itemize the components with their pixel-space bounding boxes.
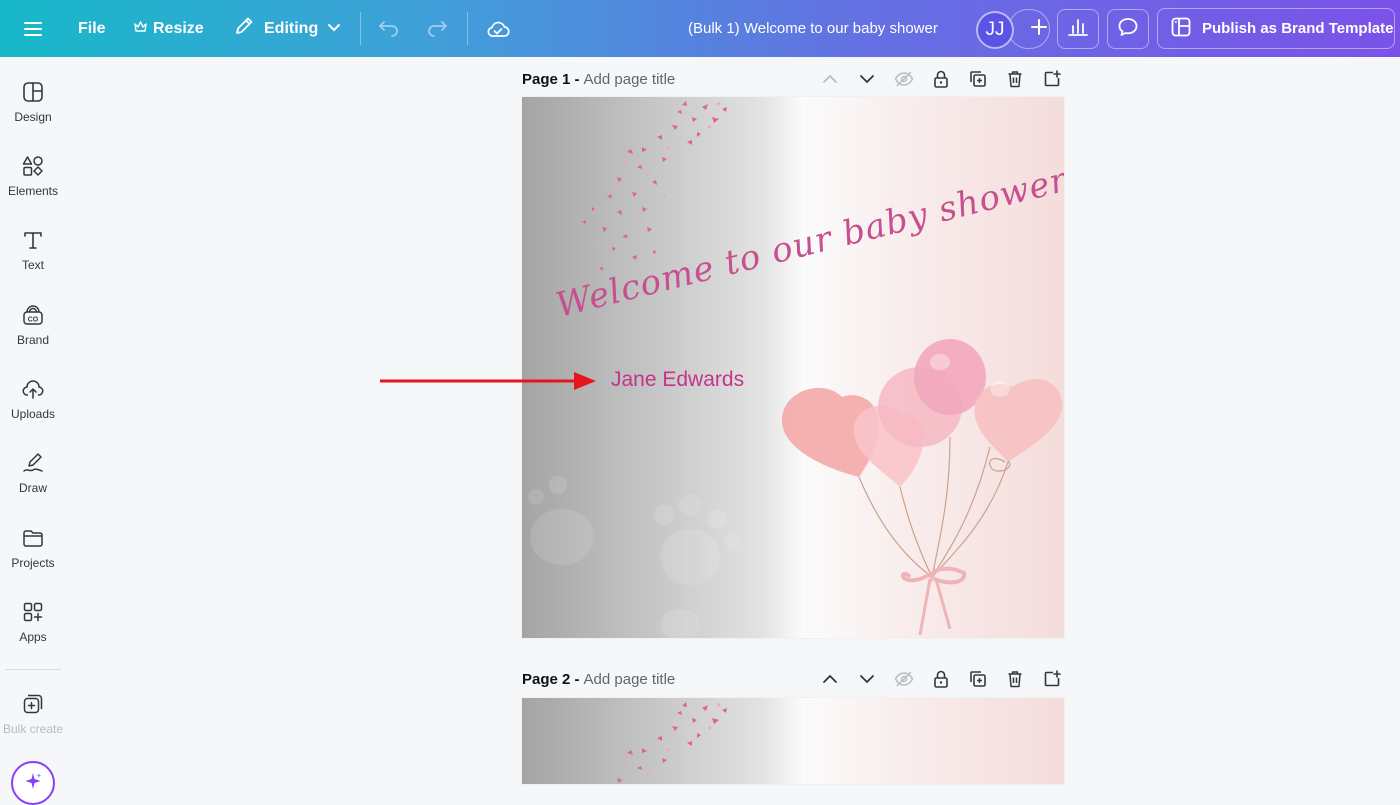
design-icon bbox=[21, 80, 45, 104]
text-icon bbox=[21, 228, 45, 252]
page-header: Page 1 - Add page title bbox=[522, 65, 1064, 93]
sidebar-item-design[interactable]: Design bbox=[0, 57, 66, 127]
red-arrow-annotation bbox=[380, 372, 596, 390]
elements-icon bbox=[21, 154, 45, 178]
toolbar-divider bbox=[467, 12, 468, 45]
chevron-down-icon bbox=[327, 20, 341, 38]
editing-mode-dropdown[interactable]: Editing bbox=[233, 0, 341, 57]
paw-prints-graphic bbox=[528, 476, 740, 638]
pencil-icon bbox=[233, 15, 255, 42]
sidebar-item-label: Elements bbox=[7, 184, 59, 198]
plus-icon bbox=[1031, 18, 1047, 40]
hide-page-icon[interactable] bbox=[892, 667, 916, 691]
magic-sparkle-button[interactable] bbox=[11, 761, 55, 805]
chevron-down-icon[interactable] bbox=[855, 667, 879, 691]
file-label: File bbox=[78, 19, 106, 37]
bulk-create-icon bbox=[21, 692, 45, 716]
sidebar-item-elements[interactable]: Elements bbox=[0, 131, 66, 201]
hamburger-icon[interactable] bbox=[24, 0, 42, 57]
lock-icon[interactable] bbox=[929, 67, 953, 91]
lock-icon[interactable] bbox=[929, 667, 953, 691]
editing-label: Editing bbox=[264, 19, 319, 37]
chevron-down-icon[interactable] bbox=[855, 67, 879, 91]
left-sidebar: Design Elements Text CO Brand Uploads Dr… bbox=[0, 57, 66, 805]
sidebar-item-text[interactable]: Text bbox=[0, 205, 66, 275]
top-toolbar: File Resize Editing (Bulk 1) Welcome to … bbox=[0, 0, 1400, 57]
trash-icon[interactable] bbox=[1003, 67, 1027, 91]
sidebar-item-brand[interactable]: CO Brand bbox=[0, 280, 66, 350]
document-title[interactable]: (Bulk 1) Welcome to our baby shower bbox=[688, 0, 938, 57]
sidebar-item-uploads[interactable]: Uploads bbox=[0, 354, 66, 424]
undo-icon[interactable] bbox=[378, 0, 400, 57]
file-menu-button[interactable]: File bbox=[78, 0, 106, 57]
resize-button[interactable]: Resize bbox=[134, 0, 204, 57]
document-title-text: (Bulk 1) Welcome to our baby shower bbox=[688, 20, 938, 37]
sidebar-item-label: Text bbox=[21, 258, 44, 272]
publish-brand-template-button[interactable]: Publish as Brand Template bbox=[1157, 8, 1395, 49]
sidebar-item-projects[interactable]: Projects bbox=[0, 503, 66, 573]
duplicate-page-icon[interactable] bbox=[966, 667, 990, 691]
crown-icon bbox=[134, 20, 147, 38]
sidebar-item-label: Uploads bbox=[10, 407, 56, 421]
brand-icon: CO bbox=[21, 303, 45, 327]
bar-chart-icon bbox=[1067, 17, 1089, 42]
sidebar-item-label: Draw bbox=[18, 481, 47, 495]
avatar[interactable]: JJ bbox=[976, 11, 1014, 49]
comments-button[interactable] bbox=[1107, 9, 1149, 49]
chevron-up-icon[interactable] bbox=[818, 667, 842, 691]
publish-label: Publish as Brand Template bbox=[1202, 20, 1394, 37]
hide-page-icon[interactable] bbox=[892, 67, 916, 91]
sparkle-icon bbox=[22, 770, 44, 797]
page-title-input[interactable]: Add page title bbox=[584, 71, 676, 88]
sidebar-item-apps[interactable]: Apps bbox=[0, 577, 66, 647]
sidebar-item-label: Apps bbox=[19, 630, 47, 644]
comment-icon bbox=[1117, 16, 1139, 43]
page-number-label: Page 1 - bbox=[522, 70, 580, 88]
heart-balloons-graphic bbox=[781, 339, 1063, 636]
add-page-icon[interactable] bbox=[1040, 667, 1064, 691]
toolbar-divider bbox=[360, 12, 361, 45]
svg-text:CO: CO bbox=[28, 317, 39, 324]
duplicate-page-icon[interactable] bbox=[966, 67, 990, 91]
chevron-up-icon[interactable] bbox=[818, 67, 842, 91]
page-title-input[interactable]: Add page title bbox=[584, 671, 676, 688]
template-icon bbox=[1170, 16, 1192, 42]
sidebar-item-label: Design bbox=[14, 110, 52, 124]
uploads-icon bbox=[21, 377, 45, 401]
resize-label: Resize bbox=[153, 19, 204, 37]
sidebar-item-label: Bulk create bbox=[2, 722, 64, 736]
trash-icon[interactable] bbox=[1003, 667, 1027, 691]
design-page-1[interactable]: Welcome to our baby shower bbox=[522, 97, 1064, 638]
page-number-label: Page 2 - bbox=[522, 670, 580, 688]
guest-name-text[interactable]: Jane Edwards bbox=[611, 368, 744, 392]
insights-button[interactable] bbox=[1057, 9, 1099, 49]
draw-icon bbox=[21, 451, 45, 475]
add-collaborator-button[interactable] bbox=[1008, 9, 1050, 49]
design-page-2[interactable] bbox=[522, 698, 1064, 784]
sidebar-item-label: Brand bbox=[16, 333, 50, 347]
cloud-saved-icon[interactable] bbox=[486, 0, 510, 57]
sidebar-item-draw[interactable]: Draw bbox=[0, 428, 66, 498]
confetti-graphic bbox=[617, 702, 727, 783]
page-header: Page 2 - Add page title bbox=[522, 665, 1064, 693]
apps-icon bbox=[21, 600, 45, 624]
page-toolbar bbox=[818, 667, 1064, 691]
sidebar-item-label: Projects bbox=[11, 556, 55, 570]
projects-icon bbox=[21, 526, 45, 550]
redo-icon[interactable] bbox=[426, 0, 448, 57]
sidebar-item-bulk-create[interactable]: Bulk create bbox=[0, 670, 66, 740]
add-page-icon[interactable] bbox=[1040, 67, 1064, 91]
page-toolbar bbox=[818, 67, 1064, 91]
